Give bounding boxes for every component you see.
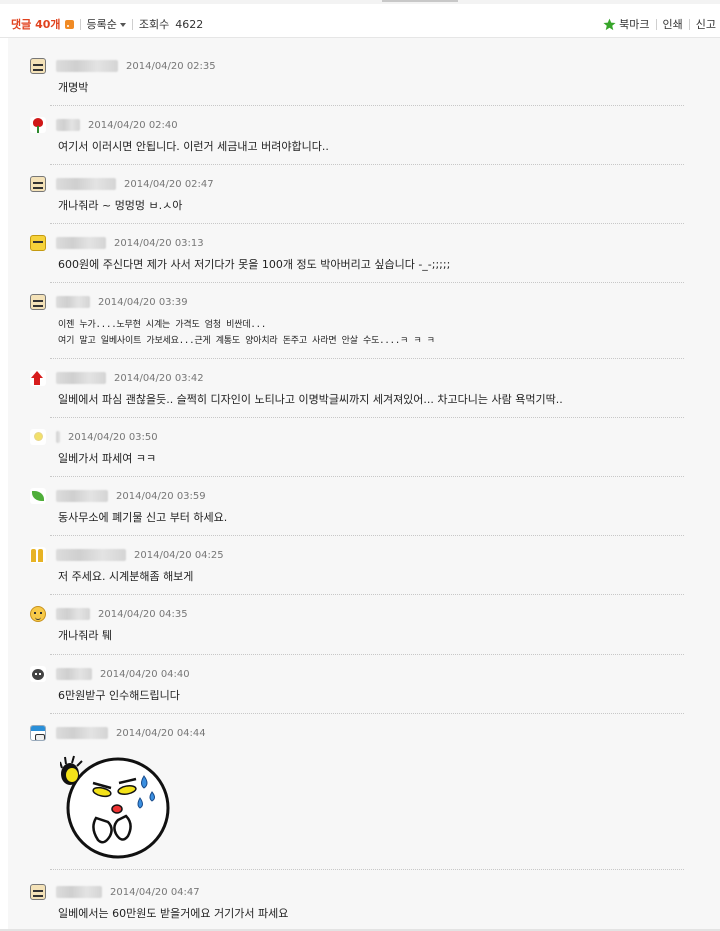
comment-meta: 2014/04/20 04:40 [30,665,190,683]
comment-divider [50,223,684,224]
nickname-blurred[interactable] [56,549,126,561]
comment-divider [50,164,684,165]
comment-text: 6만원받구 인수해드립니다 [58,689,180,702]
header-actions: 북마크 인쇄 신고 [603,16,716,32]
top-edge [0,0,720,4]
bug-icon[interactable] [30,666,46,682]
rose-icon[interactable] [30,117,46,133]
divider [655,18,657,30]
comment-divider [50,654,684,655]
nickname-blurred[interactable] [56,727,108,739]
comment-count[interactable]: 댓글 40개 [11,16,61,32]
comment-date: 2014/04/20 03:39 [98,296,188,308]
nickname-blurred[interactable] [56,886,102,898]
comment-meta: 2014/04/20 03:39 [30,293,188,311]
divider [688,18,690,30]
comment-text: 여기서 이러시면 안됩니다. 이런거 세금내고 버려야합니다.. [58,140,329,153]
comment-text: 개나줘라 퉤 [58,629,113,642]
comment-text: 일베에서는 60만원도 받을거에요 거기가서 파세요 [58,907,289,920]
nickname-blurred[interactable] [56,296,90,308]
comment-text-line: 이젠 누가....노무현 시계는 가격도 엄청 비싼데... [58,320,267,330]
comment-meta: 2014/04/20 03:13 [30,234,204,252]
star-icon[interactable] [603,18,616,31]
glasses-face-icon[interactable] [30,294,46,310]
comment-meta: 2014/04/20 04:25 [30,546,224,564]
comment-meta: 2014/04/20 03:50 [30,428,158,446]
comment-date: 2014/04/20 02:35 [126,60,216,72]
comment-meta: 2014/04/20 02:40 [30,116,178,134]
nickname-blurred[interactable] [56,178,116,190]
comment-date: 2014/04/20 02:40 [88,119,178,131]
glasses-face-icon[interactable] [30,58,46,74]
flower-icon[interactable] [30,429,46,445]
comment-meta: 2014/04/20 02:47 [30,175,214,193]
nickname-blurred[interactable] [56,237,106,249]
comment-date: 2014/04/20 03:42 [114,372,204,384]
comment-date: 2014/04/20 04:47 [110,886,200,898]
comment-date: 2014/04/20 04:44 [116,727,206,739]
sort-label: 등록순 [86,18,117,31]
comment-text: 개명박 [58,81,89,94]
bars-icon[interactable] [30,547,46,563]
comment-date: 2014/04/20 03:13 [114,237,204,249]
comment-meta: 2014/04/20 03:59 [30,487,206,505]
nickname-blurred[interactable] [56,119,80,131]
nickname-blurred[interactable] [56,608,90,620]
comment-divider [50,535,684,536]
comment-divider [50,358,684,359]
comment-meta: 2014/04/20 04:35 [30,605,188,623]
glasses-face-icon[interactable] [30,176,46,192]
comment-date: 2014/04/20 03:59 [116,490,206,502]
comment-divider [50,713,684,714]
comment-text: 개나줘라 ~ 멍멍멍 ㅂ.ㅅ아 [58,199,183,212]
comment-divider [50,476,684,477]
nickname-blurred[interactable] [56,60,118,72]
comment-text-line: 여기 말고 일베사이트 가보세요...근게 계통도 양아치라 돈주고 사라면 안… [58,336,435,346]
nickname-blurred[interactable] [56,372,106,384]
comment-meta: 2014/04/20 03:42 [30,369,204,387]
rss-icon[interactable] [64,19,74,29]
nickname-blurred[interactable] [56,431,60,443]
smile-face-icon[interactable] [30,606,46,622]
print-button[interactable]: 인쇄 [663,16,683,32]
bookmark-button[interactable]: 북마크 [619,16,649,32]
comment-summary: 댓글 40개 등록순 조회수 4622 [11,16,203,32]
comment-text: 저 주세요. 시계분해좀 해보게 [58,570,194,583]
comment-date: 2014/04/20 04:40 [100,668,190,680]
comment-text: 동사무소에 폐기물 신고 부터 하세요. [58,511,228,524]
comment-date: 2014/04/20 04:35 [98,608,188,620]
comment-meta: 2014/04/20 02:35 [30,57,216,75]
comment-divider [50,417,684,418]
crying-moon-emoticon [60,755,170,859]
comment-date: 2014/04/20 03:50 [68,431,158,443]
sort-dropdown[interactable]: 등록순 [87,16,126,32]
comment-text: 일베가서 파세여 ㅋㅋ [58,452,157,465]
comment-header: 댓글 40개 등록순 조회수 4622 북마크 인쇄 신고 [0,6,720,38]
sign-icon[interactable] [30,725,46,741]
leaf-icon[interactable] [30,488,46,504]
nickname-blurred[interactable] [56,668,92,680]
red-arrow-icon[interactable] [30,370,46,386]
yellow-face-icon[interactable] [30,235,46,251]
chevron-down-icon [119,23,126,27]
comment-divider [50,869,684,870]
glasses-face-icon[interactable] [30,884,46,900]
divider [79,18,81,30]
divider [131,18,133,30]
comment-meta: 2014/04/20 04:44 [30,724,206,742]
views-label: 조회수 [138,18,170,31]
comment-date: 2014/04/20 04:25 [134,549,224,561]
comment-date: 2014/04/20 02:47 [124,178,214,190]
report-button[interactable]: 신고 [696,16,716,32]
comment-text: 일베에서 파심 괜찮을듯.. 슬쩍히 디자인이 노티나고 이명박글씨까지 세겨져… [58,393,563,406]
nickname-blurred[interactable] [56,490,108,502]
comment-divider [50,594,684,595]
comment-divider [50,105,684,106]
comment-text: 600원에 주신다면 제가 사서 저기다가 못을 100개 정도 박아버리고 싶… [58,258,451,271]
comment-meta: 2014/04/20 04:47 [30,883,200,901]
comment-divider [50,282,684,283]
scroll-notch [382,0,458,2]
views-count: 4622 [175,17,204,31]
